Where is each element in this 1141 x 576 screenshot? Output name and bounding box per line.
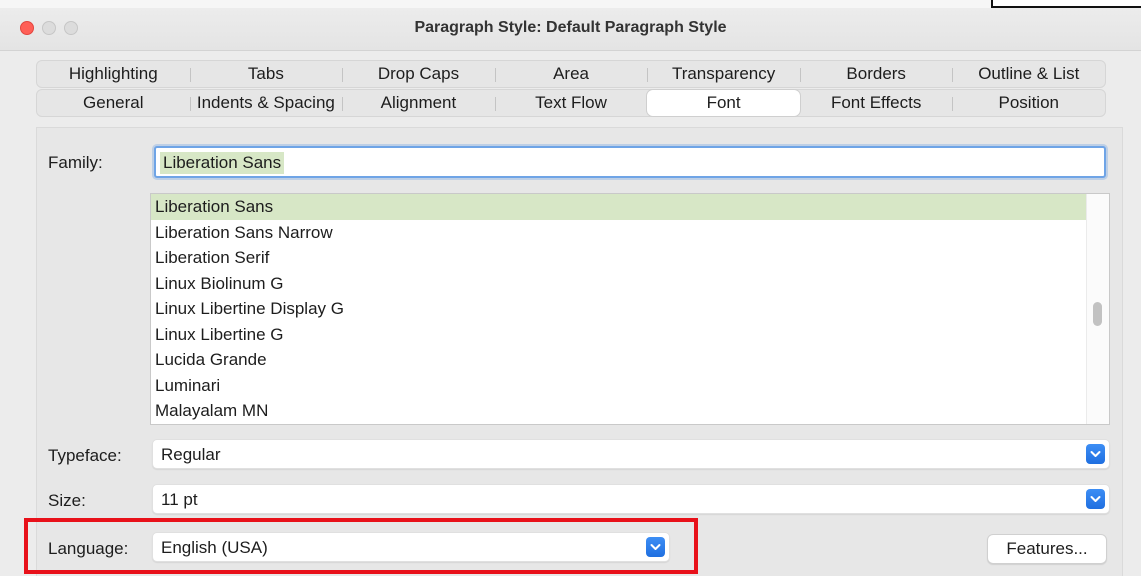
family-label: Family: — [48, 153, 103, 172]
chevron-down-icon — [1086, 444, 1105, 464]
family-list-item[interactable]: Lucida Grande — [151, 347, 1087, 373]
tab-font[interactable]: Font — [647, 90, 800, 116]
language-highlight-box — [24, 518, 698, 574]
family-list-item[interactable]: Linux Biolinum G — [151, 271, 1087, 297]
size-label: Size: — [48, 491, 86, 510]
size-value: 11 pt — [161, 490, 198, 509]
family-list-scrollbar[interactable] — [1086, 194, 1109, 424]
family-list-item[interactable]: Liberation Serif — [151, 245, 1087, 271]
tab-font-effects[interactable]: Font Effects — [800, 90, 953, 116]
features-button[interactable]: Features... — [987, 534, 1107, 564]
tab-borders[interactable]: Borders — [799, 61, 953, 87]
family-list-item[interactable]: Liberation Sans — [151, 194, 1087, 220]
tab-drop-caps[interactable]: Drop Caps — [342, 61, 495, 87]
tab-text-flow[interactable]: Text Flow — [494, 90, 648, 116]
tab-area[interactable]: Area — [494, 61, 648, 87]
family-list-item[interactable]: Liberation Sans Narrow — [151, 220, 1087, 246]
tab-transparency[interactable]: Transparency — [647, 61, 800, 87]
family-list-item[interactable]: Luminari — [151, 373, 1087, 399]
tab-general[interactable]: General — [37, 90, 190, 116]
family-list-items: Liberation Sans Liberation Sans Narrow Lib… — [151, 194, 1109, 424]
tab-tabs[interactable]: Tabs — [189, 61, 343, 87]
size-select[interactable]: 11 pt — [152, 484, 1110, 514]
tab-highlighting[interactable]: Highlighting — [37, 61, 190, 87]
tab-indents-spacing[interactable]: Indents & Spacing — [189, 90, 343, 116]
typeface-label: Typeface: — [48, 446, 122, 465]
family-list-item[interactable]: Linux Libertine Display G — [151, 296, 1087, 322]
family-list-item[interactable]: Malayalam MN — [151, 398, 1087, 424]
tab-alignment[interactable]: Alignment — [342, 90, 495, 116]
family-input[interactable]: Liberation Sans — [154, 146, 1106, 178]
background-window-fragment — [991, 0, 1141, 8]
tab-position[interactable]: Position — [952, 90, 1105, 116]
tab-row-2: General Indents & Spacing Alignment Text… — [36, 89, 1106, 117]
tab-row-1: Highlighting Tabs Drop Caps Area Transpa… — [36, 60, 1106, 88]
family-list-item[interactable]: Linux Libertine G — [151, 322, 1087, 348]
background-window-edge — [0, 0, 1141, 8]
family-list[interactable]: Liberation Sans Liberation Sans Narrow Lib… — [150, 193, 1110, 425]
typeface-select[interactable]: Regular — [152, 439, 1110, 469]
tab-outline-list[interactable]: Outline & List — [952, 61, 1105, 87]
chevron-down-icon — [1086, 489, 1105, 509]
window-title: Paragraph Style: Default Paragraph Style — [414, 19, 727, 36]
scrollbar-thumb[interactable] — [1093, 302, 1102, 326]
typeface-value: Regular — [161, 445, 221, 464]
family-input-value: Liberation Sans — [160, 152, 285, 174]
title-bar: Paragraph Style: Default Paragraph Style — [0, 8, 1141, 51]
